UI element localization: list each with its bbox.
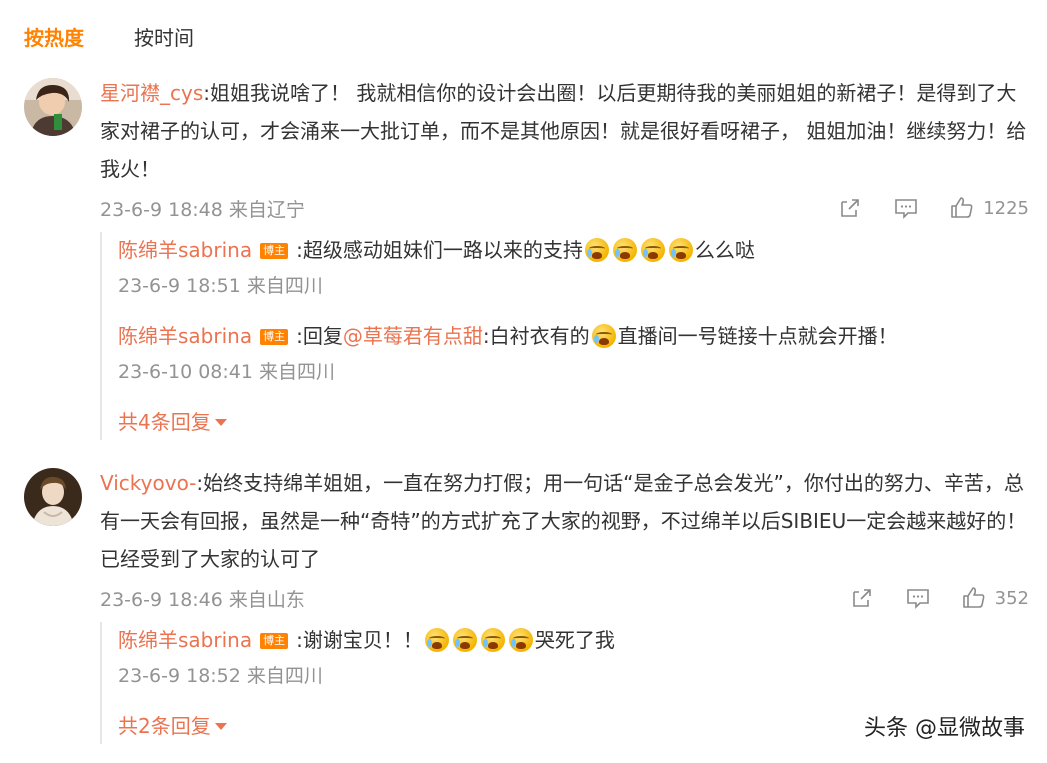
mention-link[interactable]: @草莓君有点甜 [343, 324, 483, 348]
reply-text-after: 哭死了我 [534, 628, 615, 652]
comment-icon [906, 589, 929, 609]
author-badge: 博主 [260, 243, 289, 259]
tab-by-hot[interactable]: 按热度 [24, 22, 84, 51]
reply-text: :白衬衣有的 [482, 324, 590, 348]
like-count: 352 [994, 587, 1029, 609]
reply-meta: 23-6-9 18:51 来自四川 [118, 275, 323, 297]
comment-item: 星河襟_cys:姐姐我说啥了！ 我就相信你的设计会出圈！以后更期待我的美丽姐姐的… [24, 78, 1029, 440]
comment-text: Vickyovo-:始终支持绵羊姐姐，一直在努力打假；用一句话“是金子总会发光”… [100, 464, 1029, 578]
crying-emoji-icon [591, 324, 616, 348]
crying-emoji-icon [640, 238, 665, 262]
crying-emoji-icon [508, 628, 533, 652]
share-icon [841, 199, 859, 217]
reply-item: 陈绵羊sabrina 博主 :超级感动姐妹们一路以来的支持 么么哒 23-6-9 18… [118, 232, 1029, 304]
crying-emoji-icon [424, 628, 449, 652]
caret-down-icon [214, 722, 227, 730]
avatar[interactable] [24, 468, 82, 526]
reply-text-after: 直播间一号链接十点就会开播！ [617, 324, 898, 348]
reply-item: 陈绵羊sabrina 博主 :谢谢宝贝！！ 哭死了我 23-6-9 18:52 来自四… [118, 622, 1029, 694]
crying-emoji-icon [452, 628, 477, 652]
crying-emoji-icon [584, 238, 609, 262]
expand-replies-label: 共4条回复 [118, 410, 211, 434]
expand-replies-button[interactable]: 共2条回复 [118, 708, 227, 744]
reply-username[interactable]: 陈绵羊sabrina [118, 324, 252, 348]
like-button[interactable]: 352 [961, 585, 1029, 611]
comment-icon [895, 199, 917, 219]
share-button[interactable] [849, 585, 875, 611]
share-button[interactable] [837, 195, 863, 221]
reply-text-after: 么么哒 [694, 238, 755, 262]
share-icon [852, 589, 871, 607]
reply-list: 陈绵羊sabrina 博主 :超级感动姐妹们一路以来的支持 么么哒 23-6-9 18… [100, 232, 1029, 440]
thumbs-up-icon [951, 197, 973, 218]
reply-item: 陈绵羊sabrina 博主 :回复@草莓君有点甜:白衬衣有的 直播间一号链接十点就会开… [118, 318, 1029, 390]
sort-tabs: 按热度 按时间 [24, 21, 244, 51]
reply-meta: 23-6-9 18:52 来自四川 [118, 665, 323, 687]
comment-text: 星河襟_cys:姐姐我说啥了！ 我就相信你的设计会出圈！以后更期待我的美丽姐姐的… [100, 74, 1029, 188]
comment-item: Vickyovo-:始终支持绵羊姐姐，一直在努力打假；用一句话“是金子总会发光”… [24, 468, 1029, 744]
reply-meta: 23-6-10 08:41 来自四川 [118, 361, 335, 383]
crying-emoji-icon [668, 238, 693, 262]
crying-emoji-icon [480, 628, 505, 652]
crying-emoji-icon [612, 238, 637, 262]
comment-content: :姐姐我说啥了！ 我就相信你的设计会出圈！以后更期待我的美丽姐姐的新裙子！是得到… [100, 81, 1027, 181]
thumbs-up-icon [962, 587, 985, 608]
tab-by-time[interactable]: 按时间 [134, 22, 194, 51]
watermark: 头条 @显微故事 [864, 716, 1025, 741]
reply-text: :超级感动姐妹们一路以来的支持 [296, 238, 583, 262]
author-badge: 博主 [260, 633, 289, 649]
author-badge: 博主 [260, 329, 289, 345]
comment-username[interactable]: 星河襟_cys [100, 81, 203, 105]
like-button[interactable]: 1225 [949, 195, 1029, 221]
comment-meta: 23-6-9 18:48 来自辽宁 [100, 198, 305, 221]
expand-replies-button[interactable]: 共4条回复 [118, 404, 227, 440]
avatar[interactable] [24, 78, 82, 136]
comment-meta: 23-6-9 18:46 来自山东 [100, 588, 305, 611]
expand-replies-label: 共2条回复 [118, 714, 211, 738]
reply-username[interactable]: 陈绵羊sabrina [118, 238, 252, 262]
comment-username[interactable]: Vickyovo- [100, 471, 196, 495]
reply-prefix: :回复 [296, 324, 343, 348]
reply-text: :谢谢宝贝！！ [296, 628, 423, 652]
comment-button[interactable] [893, 195, 919, 221]
caret-down-icon [214, 418, 227, 426]
comment-button[interactable] [905, 585, 931, 611]
reply-username[interactable]: 陈绵羊sabrina [118, 628, 252, 652]
comment-content: :始终支持绵羊姐姐，一直在努力打假；用一句话“是金子总会发光”，你付出的努力、辛… [100, 471, 1027, 571]
like-count: 1225 [983, 197, 1029, 219]
